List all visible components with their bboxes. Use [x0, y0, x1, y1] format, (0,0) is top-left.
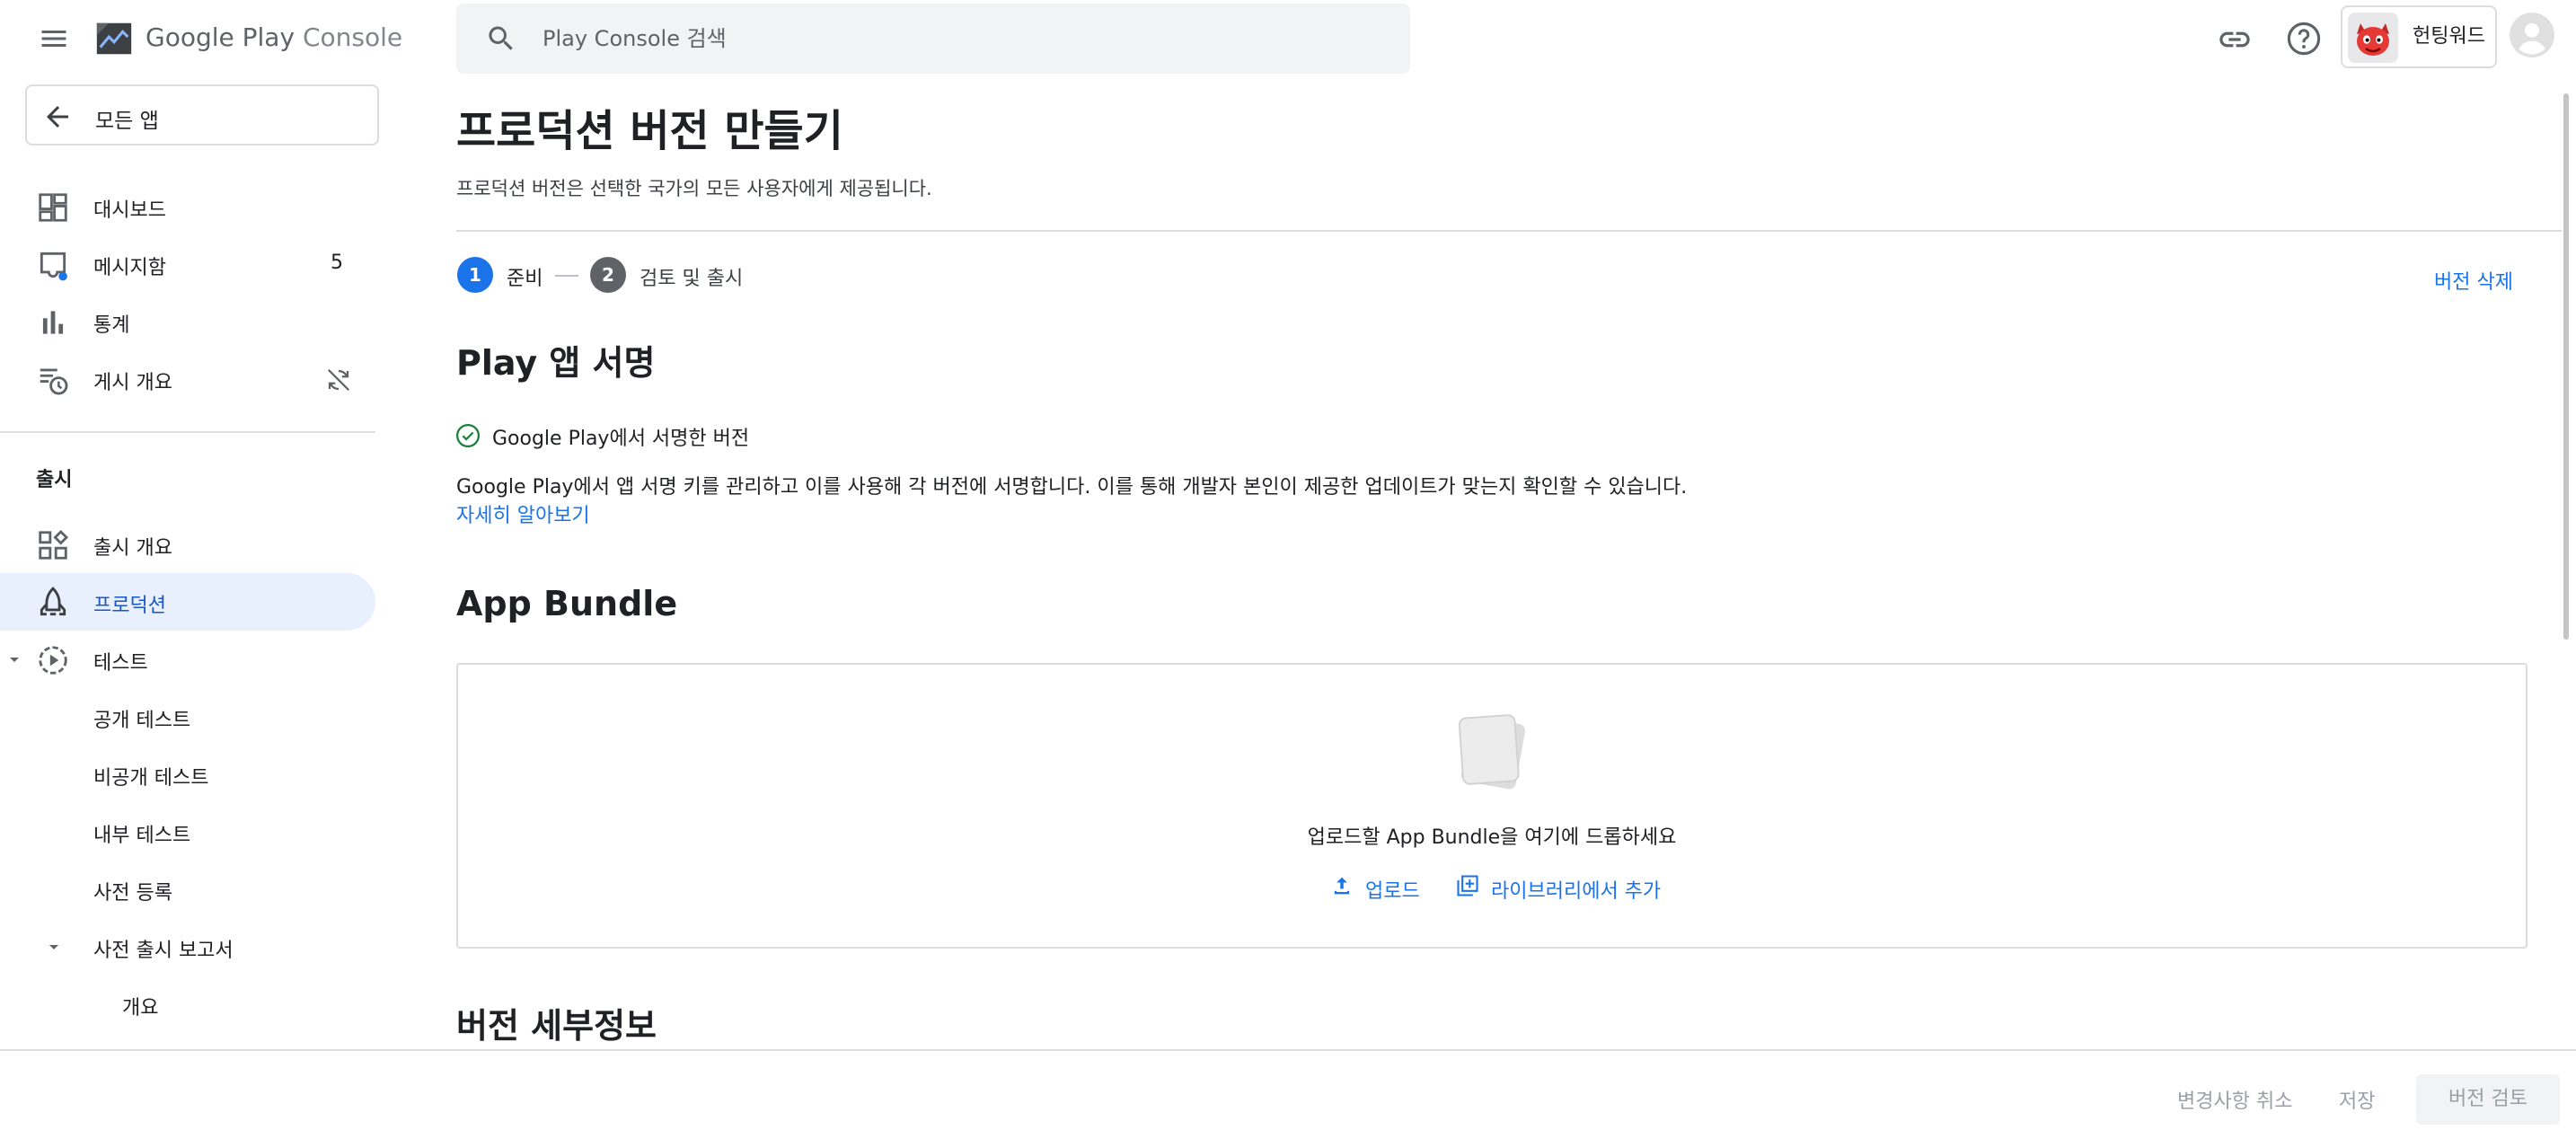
step-1-label[interactable]: 준비	[507, 262, 543, 291]
release-details-title: 버전 세부정보	[456, 1006, 657, 1046]
sidebar-item-dashboard[interactable]: 대시보드	[0, 178, 375, 235]
page-title: 프로덕션 버전 만들기	[456, 106, 843, 156]
search-input[interactable]	[543, 4, 1351, 74]
sidebar-item-label: 출시 개요	[93, 537, 172, 560]
upload-label: 업로드	[1365, 880, 1420, 903]
delete-release-button[interactable]: 버전 삭제	[2434, 266, 2513, 295]
app-signing-title: Play 앱 서명	[456, 343, 656, 383]
logo-google-play: Google Play	[146, 22, 296, 52]
sidebar-item-production[interactable]: 프로덕션	[0, 573, 375, 631]
library-add-icon	[1455, 873, 1480, 898]
app-avatar	[2348, 13, 2398, 63]
sidebar-item-label: 테스트	[93, 652, 148, 675]
product-logo-text[interactable]: Google Play Console	[146, 20, 402, 56]
arrow-back-icon	[41, 101, 74, 133]
dropzone-instruction: 업로드할 App Bundle을 여기에 드롭하세요	[1307, 826, 1677, 849]
sidebar-item-label: 통계	[93, 314, 130, 337]
learn-more-link[interactable]: 자세히 알아보기	[456, 499, 590, 528]
step-1-number[interactable]: 1	[457, 257, 493, 293]
logo-console: Console	[302, 22, 403, 52]
sidebar-divider	[0, 431, 375, 433]
sidebar-item-label: 내부 테스트	[93, 825, 191, 847]
sidebar-item-release-overview[interactable]: 출시 개요	[0, 516, 375, 573]
upload-icon	[1329, 873, 1354, 898]
sidebar-item-label: 비공개 테스트	[93, 767, 209, 790]
sidebar-item-label: 사전 등록	[93, 882, 172, 905]
production-icon	[36, 586, 70, 620]
review-release-button[interactable]: 버전 검토	[2416, 1074, 2560, 1125]
sidebar-item-label: 대시보드	[93, 199, 166, 222]
app-switcher-chip[interactable]: 헌팅워드	[2341, 5, 2497, 68]
sidebar-item-internal-testing[interactable]: 내부 테스트	[0, 803, 375, 861]
save-button[interactable]: 저장	[2339, 1085, 2375, 1114]
app-bundle-dropzone[interactable]: 업로드할 App Bundle을 여기에 드롭하세요 업로드 라이브러리에서 추…	[456, 663, 2527, 949]
sidebar-item-overview[interactable]: 개요	[0, 976, 375, 1033]
signing-description: Google Play에서 앱 서명 키를 관리하고 이를 사용해 각 버전에 …	[456, 476, 1688, 499]
sidebar-item-label: 공개 테스트	[93, 710, 191, 732]
sidebar-item-inbox[interactable]: 메시지함 5	[0, 235, 375, 293]
managed-publishing-off-icon	[325, 366, 352, 393]
page-subtitle: 프로덕션 버전은 선택한 국가의 모든 사용자에게 제공됩니다.	[456, 178, 932, 199]
sidebar-item-label: 개요	[122, 997, 159, 1020]
sidebar-item-label: 사전 출시 보고서	[93, 940, 234, 962]
search-icon	[485, 22, 517, 55]
play-console-logo-icon[interactable]	[93, 18, 135, 59]
add-from-library-label: 라이브러리에서 추가	[1491, 880, 1662, 903]
add-from-library-button[interactable]: 라이브러리에서 추가	[1455, 868, 1680, 904]
menu-icon[interactable]	[38, 22, 70, 55]
publishing-overview-icon	[36, 363, 70, 397]
bar-chart-icon	[36, 305, 70, 340]
dashboard-icon	[36, 190, 70, 225]
check-circle-icon	[454, 422, 481, 449]
all-apps-button[interactable]: 모든 앱	[25, 84, 379, 146]
user-avatar-icon[interactable]	[2510, 13, 2554, 57]
search-bar[interactable]	[456, 4, 1410, 74]
expand-caret-icon[interactable]	[4, 649, 25, 670]
scrollbar-thumb[interactable]	[2563, 93, 2569, 640]
help-icon[interactable]	[2285, 20, 2323, 57]
title-divider	[456, 230, 2562, 232]
expand-caret-icon[interactable]	[43, 936, 65, 958]
sidebar-item-statistics[interactable]: 통계	[0, 293, 375, 350]
sidebar-item-testing[interactable]: 테스트	[0, 631, 375, 688]
step-2-label[interactable]: 검토 및 출시	[640, 262, 743, 291]
top-app-bar: Google Play Console 헌팅워드	[0, 0, 2576, 77]
app-bundle-illustration-icon	[1441, 702, 1545, 807]
signing-status: Google Play에서 서명한 버전	[492, 428, 750, 450]
sidebar-item-label: 프로덕션	[93, 595, 166, 617]
discard-changes-button[interactable]: 변경사항 취소	[2177, 1085, 2292, 1114]
developer-account-name: 헌팅워드	[2413, 25, 2485, 48]
stepper-connector	[555, 275, 578, 277]
sidebar-item-closed-testing[interactable]: 비공개 테스트	[0, 746, 375, 803]
sidebar-item-pre-launch-report[interactable]: 사전 출시 보고서	[0, 918, 375, 976]
link-icon[interactable]	[2217, 22, 2253, 57]
app-bundle-title: App Bundle	[456, 584, 678, 623]
sidebar-item-pre-registration[interactable]: 사전 등록	[0, 861, 375, 918]
bottom-action-bar: 변경사항 취소 저장 버전 검토	[0, 1049, 2576, 1148]
inbox-icon	[36, 248, 70, 282]
sidebar-item-publishing-overview[interactable]: 게시 개요	[0, 350, 375, 408]
sidebar-section-release: 출시	[36, 469, 73, 491]
unread-count-badge: 5	[331, 252, 343, 274]
all-apps-label: 모든 앱	[95, 110, 159, 133]
release-overview-icon	[36, 528, 70, 562]
sidebar-item-label: 게시 개요	[93, 372, 172, 394]
testing-icon	[36, 643, 70, 677]
sidebar-item-label: 메시지함	[93, 257, 166, 279]
sidebar-item-open-testing[interactable]: 공개 테스트	[0, 688, 375, 746]
step-2-number[interactable]: 2	[590, 257, 626, 293]
